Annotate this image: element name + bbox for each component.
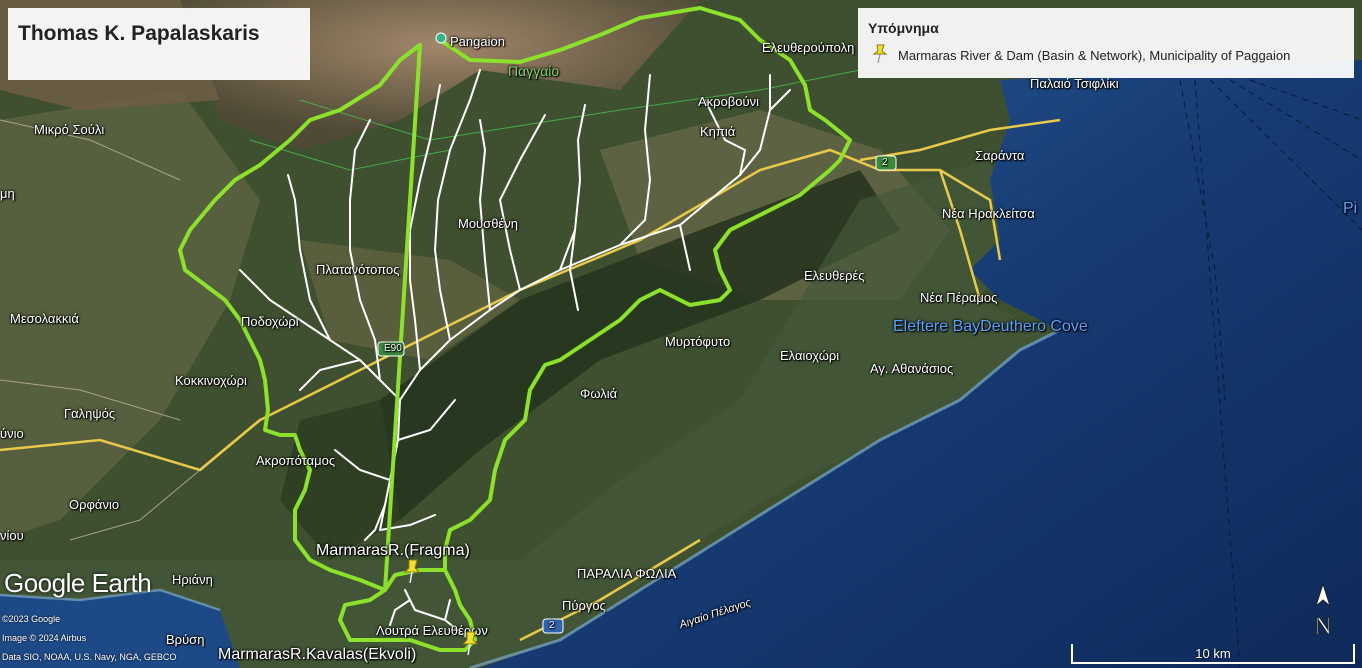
label-fragment-nio2: νίου xyxy=(0,528,24,543)
label-fragma[interactable]: MarmarasR.(Fragma) xyxy=(316,542,470,560)
google-earth-logo: Google Earth xyxy=(4,568,152,598)
label-irianh[interactable]: Ηριάνη xyxy=(172,572,213,587)
ekvoli-pushpin-icon[interactable] xyxy=(460,630,480,656)
label-route-2b: 2 xyxy=(549,620,555,631)
label-mesolakkia[interactable]: Μεσολακκιά xyxy=(10,311,79,326)
credit-airbus: Image © 2024 Airbus xyxy=(2,633,87,643)
legend-panel[interactable]: Υπόμνημα Marmaras River & Dam (Basin & N… xyxy=(858,8,1354,78)
label-pangaio[interactable]: Παγγαίο xyxy=(508,63,559,79)
label-kokkinochori[interactable]: Κοκκινοχώρι xyxy=(175,373,247,388)
label-platanotopos[interactable]: Πλατανότοπος xyxy=(316,262,400,277)
label-ekvoli[interactable]: MarmarasR.Kavalas(Ekvoli) xyxy=(218,646,416,664)
author-name: Thomas K. Papalaskaris xyxy=(18,22,260,45)
north-arrow-icon: N xyxy=(1314,582,1332,640)
credit-data: Data SIO, NOAA, U.S. Navy, NGA, GEBCO xyxy=(2,652,177,662)
label-route-2a: 2 xyxy=(882,157,888,168)
label-pangaion[interactable]: Pangaion xyxy=(450,34,505,49)
label-elaiochori[interactable]: Ελαιοχώρι xyxy=(780,348,839,363)
label-ag-athanasios[interactable]: Αγ. Αθανάσιος xyxy=(870,361,953,376)
label-ktitia[interactable]: Κηπιά xyxy=(700,124,735,139)
label-saranta[interactable]: Σαράντα xyxy=(975,148,1024,163)
label-orfanio[interactable]: Ορφάνιο xyxy=(69,497,119,512)
label-nea-iraklitsa[interactable]: Νέα Ηρακλείτσα xyxy=(942,206,1035,221)
label-akrovouni[interactable]: Ακροβούνι xyxy=(698,94,759,109)
label-pyrgos[interactable]: Πύργος xyxy=(562,598,606,613)
label-mousthenh[interactable]: Μουσθένη xyxy=(458,216,518,231)
label-eleftheroupoli[interactable]: Ελευθερούπολη xyxy=(762,40,854,55)
label-folia[interactable]: Φωλιά xyxy=(580,386,617,401)
map-view[interactable]: Pangaion Παγγαίο Μικρό Σούλι Ελευθερούπο… xyxy=(0,0,1362,668)
yellow-pushpin-icon xyxy=(872,44,888,64)
author-box: Thomas K. Papalaskaris xyxy=(8,8,310,80)
label-akropotamos[interactable]: Ακροπόταμος xyxy=(256,453,335,468)
label-nea-peramos[interactable]: Νέα Πέραμος xyxy=(920,290,997,305)
label-eleftheres[interactable]: Ελευθερές xyxy=(804,268,865,283)
peak-icon xyxy=(435,32,447,44)
legend-title: Υπόμνημα xyxy=(868,20,939,36)
label-podochori[interactable]: Ποδοχώρι xyxy=(241,314,299,329)
label-fragment-mi: μη xyxy=(0,186,15,201)
credit-google: ©2023 Google xyxy=(2,614,61,624)
label-galipsos[interactable]: Γαληψός xyxy=(64,406,115,421)
legend-entry[interactable]: Marmaras River & Dam (Basin & Network), … xyxy=(898,48,1290,63)
label-paralia-folia[interactable]: ΠΑΡΑΛΙΑ ΦΩΛΙΑ xyxy=(577,566,676,581)
label-mikro-souli[interactable]: Μικρό Σούλι xyxy=(34,122,104,137)
label-palaio-tsifliki[interactable]: Παλαιό Τσιφλίκι xyxy=(1030,76,1119,91)
scale-label: 10 km xyxy=(1195,646,1231,661)
label-myrtofyto[interactable]: Μυρτόφυτο xyxy=(665,334,730,349)
label-e90: E90 xyxy=(384,343,402,354)
label-fragment-pi: Pi xyxy=(1343,200,1358,217)
scale-bar: 10 km xyxy=(1071,644,1355,664)
north-label: N xyxy=(1314,614,1331,640)
label-bay[interactable]: Eleftere BayDeuthero Cove xyxy=(893,318,1088,336)
label-vrysi[interactable]: Βρύση xyxy=(166,632,204,647)
label-fragment-nio1: ύνιο xyxy=(0,426,24,441)
fragma-pushpin-icon[interactable] xyxy=(402,558,422,584)
